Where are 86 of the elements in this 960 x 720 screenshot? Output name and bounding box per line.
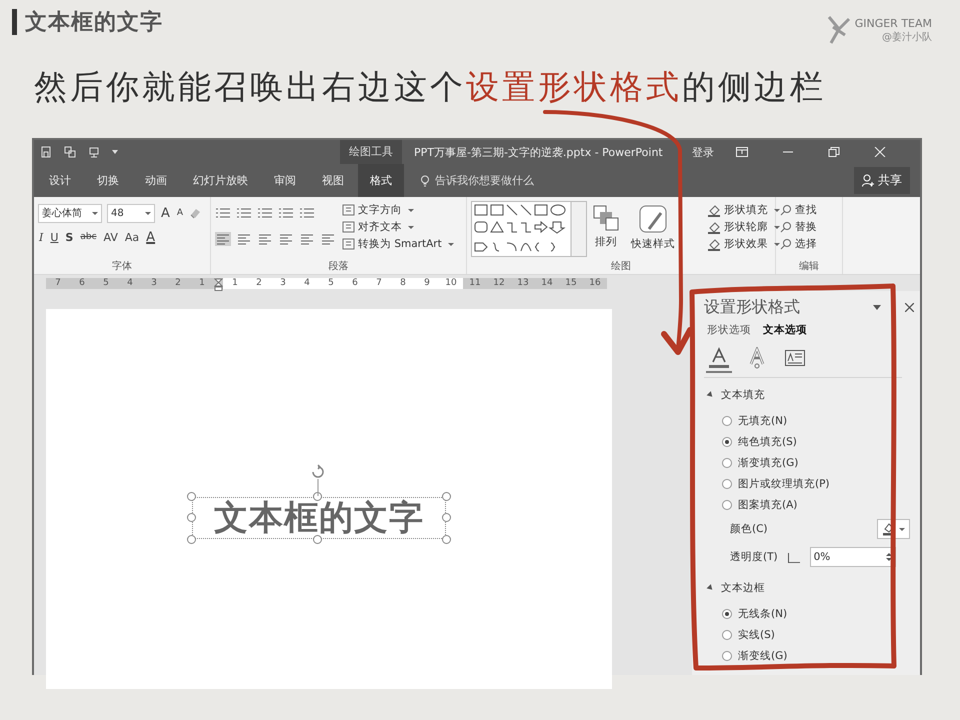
resize-handle[interactable] <box>442 513 451 522</box>
font-style-button[interactable]: U <box>49 230 60 244</box>
transparency-label: 透明度(T) <box>730 550 778 564</box>
presentation-icon[interactable] <box>88 146 100 158</box>
font-style-button[interactable]: abc <box>79 232 98 242</box>
team-name: GINGER TEAM <box>854 16 932 30</box>
font-style-button[interactable]: I <box>38 230 44 244</box>
ribbon-tab[interactable]: 视图 <box>310 164 356 197</box>
resize-handle[interactable] <box>313 535 322 544</box>
search-icon <box>780 204 792 216</box>
headline: 然后你就能召唤出右边这个设置形状格式的侧边栏 <box>33 66 827 108</box>
restore-icon[interactable] <box>828 147 840 157</box>
group-label: 段落 <box>328 260 350 273</box>
ribbon-tab[interactable]: 格式 <box>358 164 404 197</box>
paint-bucket-icon <box>707 204 721 216</box>
shape-format-command[interactable]: 形状填充 <box>707 203 780 217</box>
context-tab-label: 绘图工具 <box>340 140 402 164</box>
pane-title: 设置形状格式 <box>704 297 801 318</box>
rotate-handle-icon[interactable] <box>310 464 326 496</box>
horizontal-ruler: 7 6 5 4 3 2 1 1 2 3 4 5 6 7 8 9 10 11 12 13 14 15 16 <box>46 278 607 288</box>
eraser-icon[interactable] <box>189 207 202 219</box>
pane-options-icon[interactable] <box>873 305 881 310</box>
resize-handle[interactable] <box>313 492 322 501</box>
add-person-icon <box>862 174 875 187</box>
paragraph-command[interactable]: 文字方向 <box>342 203 454 217</box>
tell-me-search[interactable]: 告诉我你想要做什么 <box>420 173 854 188</box>
pane-tab[interactable]: 形状选项 <box>707 323 751 337</box>
paragraph-command[interactable]: 转换为 SmartArt <box>342 237 454 251</box>
ribbon-display-icon[interactable] <box>736 147 748 157</box>
group-label: 绘图 <box>610 260 632 273</box>
shape-gallery-drawing[interactable] <box>471 201 587 257</box>
editing-command[interactable]: 选择 <box>780 237 838 251</box>
font-style-button[interactable]: S <box>64 230 74 244</box>
resize-handle[interactable] <box>442 492 451 501</box>
arrange-button[interactable]: 排列 <box>593 201 619 259</box>
pane-tab[interactable]: 文本选项 <box>763 323 807 337</box>
indent-marker-icon[interactable] <box>214 278 223 290</box>
customize-caret-icon[interactable] <box>112 150 118 154</box>
resize-handle[interactable] <box>442 535 451 544</box>
editing-command[interactable]: 查找 <box>780 203 838 217</box>
color-label: 颜色(C) <box>730 522 768 536</box>
share-button[interactable]: 共享 <box>854 167 910 194</box>
save-icon[interactable] <box>40 146 52 158</box>
close-icon[interactable] <box>905 303 914 312</box>
ribbon-tab[interactable]: 设计 <box>37 164 83 197</box>
shape-format-command[interactable]: 形状效果 <box>707 237 780 251</box>
lightbulb-icon <box>420 174 430 186</box>
bullet-list-icon[interactable] <box>215 207 231 219</box>
editing-command[interactable]: 替换 <box>780 220 838 234</box>
radio-option[interactable]: 无填充(N) <box>704 410 914 431</box>
resize-handle[interactable] <box>187 535 196 544</box>
radio-option[interactable]: 纯色填充(S) <box>704 431 914 452</box>
paragraph-command[interactable]: 对齐文本 <box>342 220 454 234</box>
align-left-icon[interactable] <box>215 232 231 246</box>
window-title: PPT万事屋-第三期-文字的逆袭.pptx - PowerPoint <box>414 144 664 160</box>
shape-format-command[interactable]: 形状轮廓 <box>707 220 780 234</box>
section-header[interactable]: 文本边框 <box>704 581 914 595</box>
font-color-button[interactable]: A <box>145 230 156 244</box>
team-handle: @姜汁小队 <box>882 30 932 44</box>
radio-option[interactable]: 渐变填充(G) <box>704 452 914 473</box>
quick-styles-button[interactable]: 快速样式 <box>631 201 675 259</box>
ribbon-tab[interactable]: 审阅 <box>262 164 308 197</box>
radio-option[interactable]: 渐变线(G) <box>704 645 914 666</box>
font-size-dropdown[interactable]: 48 <box>107 204 155 222</box>
stacked-squares-icon <box>593 205 619 231</box>
slide-title-tag: 文本框的文字 <box>12 8 163 36</box>
grow-font-button[interactable]: A <box>160 206 171 220</box>
resize-handle[interactable] <box>187 492 196 501</box>
ribbon-tab[interactable]: 切换 <box>85 164 131 197</box>
group-label: 编辑 <box>798 260 820 273</box>
ribbon-tab[interactable]: 动画 <box>133 164 179 197</box>
radio-option[interactable]: 图片或纹理填充(P) <box>704 473 914 494</box>
group-label: 字体 <box>111 260 133 273</box>
font-style-button[interactable]: AV <box>102 230 119 244</box>
radio-option[interactable]: 实线(S) <box>704 624 914 645</box>
font-name-dropdown[interactable]: 姜心体简 <box>38 204 102 222</box>
radio-option[interactable]: 图案填充(A) <box>704 494 914 515</box>
shrink-font-button[interactable]: A <box>176 208 184 218</box>
resize-handle[interactable] <box>187 513 196 522</box>
section-header[interactable]: 文本填充 <box>704 388 914 402</box>
transparency-slider[interactable] <box>788 552 800 562</box>
radio-option[interactable]: 无线条(N) <box>704 603 914 624</box>
text-fill-tab-icon[interactable] <box>706 345 732 373</box>
font-style-button[interactable]: Aa <box>124 230 140 244</box>
sign-in-link[interactable]: 登录 <box>692 144 714 160</box>
ribbon-tab[interactable]: 幻灯片放映 <box>181 164 260 197</box>
